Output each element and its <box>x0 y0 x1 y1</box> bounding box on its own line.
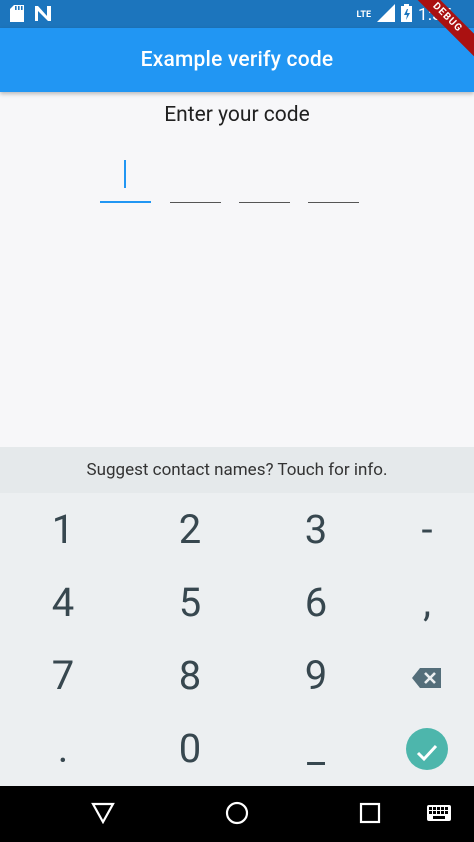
numeric-keyboard: 1 2 3 - 4 5 6 , 7 8 9 . 0 _ <box>0 493 474 786</box>
key-3[interactable]: 3 <box>257 493 375 566</box>
key-8[interactable]: 8 <box>131 639 249 712</box>
back-icon <box>91 802 115 828</box>
key-6[interactable]: 6 <box>257 566 375 639</box>
key-4[interactable]: 4 <box>4 566 122 639</box>
enter-button-bg <box>406 725 448 772</box>
key-space[interactable]: _ <box>257 712 375 785</box>
key-comma[interactable]: , <box>368 566 474 639</box>
navigation-bar <box>0 786 474 842</box>
n-icon <box>34 5 52 26</box>
keyboard-icon <box>427 805 451 825</box>
code-cell-4[interactable] <box>308 150 359 206</box>
backspace-key[interactable] <box>368 639 474 712</box>
code-prompt: Enter your code <box>164 103 310 127</box>
key-5[interactable]: 5 <box>131 566 249 639</box>
verify-code-input[interactable] <box>100 150 360 206</box>
keyboard-switch-button[interactable] <box>424 800 454 830</box>
text-cursor <box>124 160 126 188</box>
recents-button[interactable] <box>355 800 385 830</box>
key-period[interactable]: . <box>4 712 122 785</box>
suggestion-text: Suggest contact names? Touch for info. <box>86 460 388 480</box>
key-2[interactable]: 2 <box>131 493 249 566</box>
battery-icon <box>401 4 413 26</box>
signal-icon <box>377 4 396 26</box>
code-cell-3[interactable] <box>239 150 290 206</box>
code-cell-2[interactable] <box>170 150 221 206</box>
back-button[interactable] <box>88 800 118 830</box>
home-icon <box>225 801 249 829</box>
check-icon <box>416 725 438 772</box>
key-7[interactable]: 7 <box>4 639 122 712</box>
app-bar: Example verify code <box>0 28 474 92</box>
home-button[interactable] <box>222 800 252 830</box>
key-9[interactable]: 9 <box>257 639 375 712</box>
backspace-icon <box>412 652 442 699</box>
keyboard-suggestion-bar[interactable]: Suggest contact names? Touch for info. <box>0 447 474 493</box>
enter-key[interactable] <box>368 712 474 785</box>
status-bar: LTE 1:35 <box>0 0 474 28</box>
sd-card-icon <box>10 5 24 26</box>
key-0[interactable]: 0 <box>131 712 249 785</box>
code-cell-1[interactable] <box>100 150 151 206</box>
network-type: LTE <box>356 10 372 20</box>
key-dash[interactable]: - <box>368 493 474 566</box>
key-1[interactable]: 1 <box>4 493 122 566</box>
page-title: Example verify code <box>140 48 334 72</box>
recents-icon <box>359 802 381 828</box>
